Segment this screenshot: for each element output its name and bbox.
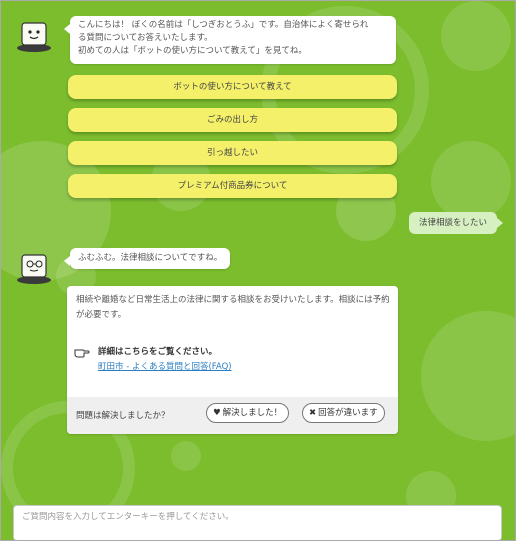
not-resolved-label: 回答が違います [318,408,378,418]
heart-icon: ♥ [213,408,221,418]
background-circle [431,141,511,221]
detail-title: 詳細はこちらをご覧ください。 [98,347,218,357]
message-input-bar [13,505,502,540]
bot-reply-message: ふむふむ。法律相談についてですね。 [63,248,231,269]
greeting-line: る質問についてお答えいたします。 [78,33,213,43]
tofu-mascot-icon [17,254,51,284]
pointing-hand-icon [74,349,90,358]
background-circle [171,441,201,471]
resolved-button[interactable]: ♥ 解決しました！ [206,403,290,423]
answer-text: 相続や離婚など日常生活上の法律に関する相談をお受けいたします。相談には予約が必要… [76,295,390,320]
message-input[interactable] [22,512,492,522]
quick-reply-premium-voucher[interactable]: プレミアム付商品券について [68,174,397,198]
quick-reply-garbage[interactable]: ごみの出し方 [68,108,397,132]
tofu-mascot-icon [17,22,51,52]
chat-window: こんにちは！ ぼくの名前は「しつぎおとうふ」です。自治体によく寄せられ る質問に… [0,0,516,541]
user-message: 法律相談をしたい [409,212,504,234]
quick-reply-moving[interactable]: 引っ越したい [68,141,397,165]
feedback-footer: 問題は解決しましたか？ ♥ 解決しました！ ✖ 回答が違います [67,397,398,434]
greeting-line: こんにちは！ ぼくの名前は「しつぎおとうふ」です。自治体によく寄せられ [78,20,369,30]
quick-reply-how-to-use[interactable]: ボットの使い方について教えて [68,75,397,99]
background-circle [421,311,515,441]
faq-link[interactable]: 町田市 - よくある質問と回答(FAQ) [98,360,232,372]
background-circle [441,1,511,71]
greeting-message: こんにちは！ ぼくの名前は「しつぎおとうふ」です。自治体によく寄せられ る質問に… [64,16,396,64]
not-resolved-button[interactable]: ✖ 回答が違います [302,403,385,423]
cross-icon: ✖ [309,408,317,418]
feedback-question: 問題は解決しましたか？ [76,411,170,421]
answer-card: 相続や離婚など日常生活上の法律に関する相談をお受けいたします。相談には予約が必要… [67,286,398,434]
greeting-line: 初めての人は「ボットの使い方について教えて」を見てね。 [78,46,307,56]
resolved-label: 解決しました！ [222,408,283,418]
